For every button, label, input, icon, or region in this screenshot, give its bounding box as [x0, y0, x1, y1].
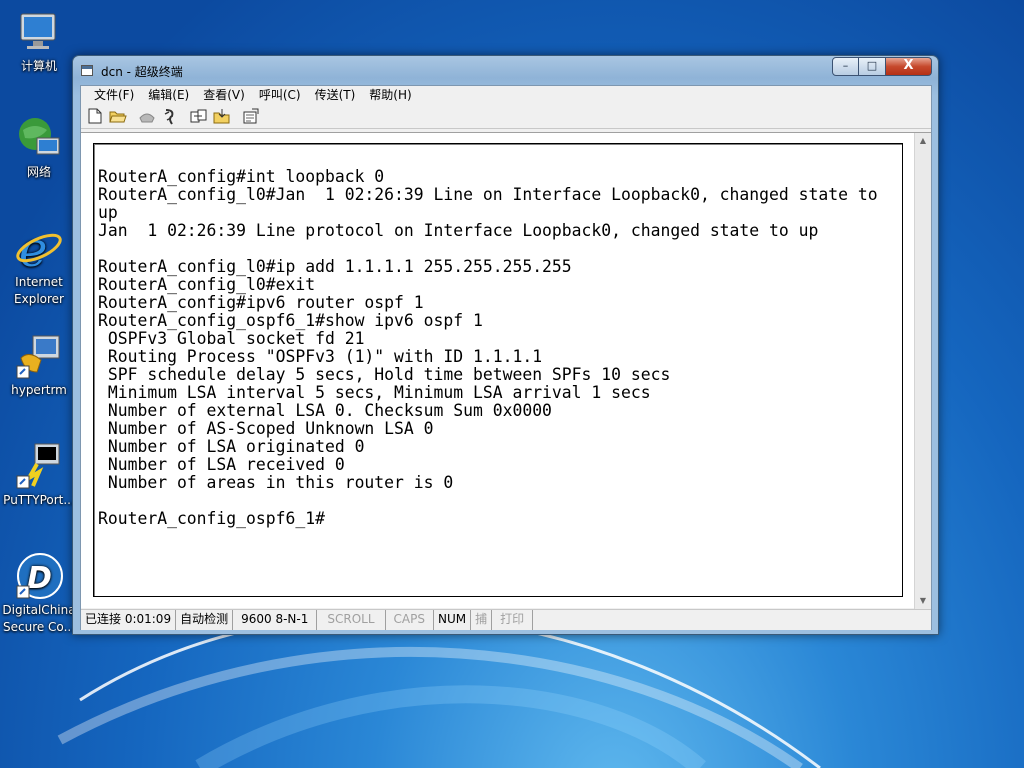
desktop-icon-label: DigitalChina Secure Co... [2, 603, 76, 634]
vertical-scrollbar[interactable]: ▲ ▼ [914, 133, 931, 609]
maximize-button[interactable]: □ [859, 57, 886, 76]
status-print: 打印 [492, 610, 534, 630]
properties-icon[interactable] [241, 108, 261, 126]
svg-text:D: D [27, 561, 52, 596]
title-bar[interactable]: dcn - 超级终端 – □ X [73, 56, 938, 84]
disconnect-icon[interactable] [160, 108, 180, 126]
menu-call[interactable]: 呼叫(C) [252, 86, 308, 105]
desktop-icon-label: 网络 [26, 165, 51, 179]
desktop-icon-label: 计算机 [20, 59, 57, 73]
caption-buttons: – □ X [832, 57, 932, 76]
desktop-icon-label: PuTTYPort... [3, 493, 75, 507]
desktop-icon-computer[interactable]: 计算机 [2, 8, 76, 75]
scroll-up-arrow-icon[interactable]: ▲ [915, 133, 931, 149]
receive-icon[interactable] [212, 108, 232, 126]
window-client-area: 文件(F) 编辑(E) 查看(V) 呼叫(C) 传送(T) 帮助(H) Rout… [80, 85, 932, 630]
terminal-output: RouterA_config#int loopback 0 RouterA_co… [98, 167, 878, 528]
scroll-down-arrow-icon[interactable]: ▼ [915, 593, 931, 609]
menu-edit[interactable]: 编辑(E) [141, 86, 196, 105]
menu-bar: 文件(F) 编辑(E) 查看(V) 呼叫(C) 传送(T) 帮助(H) [81, 86, 931, 105]
terminal-screen[interactable]: RouterA_config#int loopback 0 RouterA_co… [93, 143, 903, 597]
hyperterminal-icon [15, 332, 63, 380]
status-bar: 已连接 0:01:09 自动检测 9600 8-N-1 SCROLL CAPS … [81, 609, 931, 630]
desktop-icon-ie[interactable]: e Internet Explorer [2, 222, 76, 308]
app-window-icon[interactable] [81, 65, 93, 76]
desktop-icon-label: Internet Explorer [14, 275, 64, 306]
terminal-area[interactable]: RouterA_config#int loopback 0 RouterA_co… [81, 132, 931, 609]
hyperterminal-window[interactable]: dcn - 超级终端 – □ X 文件(F) 编辑(E) 查看(V) 呼叫(C)… [72, 55, 939, 635]
new-icon[interactable] [85, 108, 105, 126]
putty-icon [15, 442, 63, 490]
desktop-icon-label: hypertrm [11, 383, 67, 397]
desktop-icon-digitalchina[interactable]: D DigitalChina Secure Co... [2, 552, 76, 636]
desktop-icon-network[interactable]: 网络 [2, 114, 76, 181]
status-scroll: SCROLL [317, 610, 386, 630]
digitalchina-logo-icon: D [15, 552, 63, 600]
status-connection-time: 已连接 0:01:09 [81, 610, 177, 630]
status-caps: CAPS [386, 610, 434, 630]
close-button[interactable]: X [886, 57, 932, 76]
computer-icon [15, 8, 63, 56]
network-globe-icon [15, 114, 63, 162]
phone-icon[interactable] [137, 108, 157, 126]
window-title: dcn - 超级终端 [101, 65, 183, 79]
menu-view[interactable]: 查看(V) [196, 86, 252, 105]
status-detect: 自动检测 [176, 610, 234, 630]
send-icon[interactable] [189, 108, 209, 126]
menu-help[interactable]: 帮助(H) [362, 86, 418, 105]
menu-file[interactable]: 文件(F) [87, 86, 141, 105]
desktop-icon-putty[interactable]: PuTTYPort... [2, 442, 76, 509]
menu-transfer[interactable]: 传送(T) [308, 86, 363, 105]
toolbar [81, 105, 931, 129]
minimize-button[interactable]: – [832, 57, 859, 76]
desktop-icon-hypertrm[interactable]: hypertrm [2, 332, 76, 399]
status-capture: 捕 [471, 610, 493, 630]
status-port-settings: 9600 8-N-1 [233, 610, 318, 630]
internet-explorer-icon: e [15, 222, 63, 278]
status-num: NUM [434, 610, 472, 630]
open-icon[interactable] [108, 108, 128, 126]
